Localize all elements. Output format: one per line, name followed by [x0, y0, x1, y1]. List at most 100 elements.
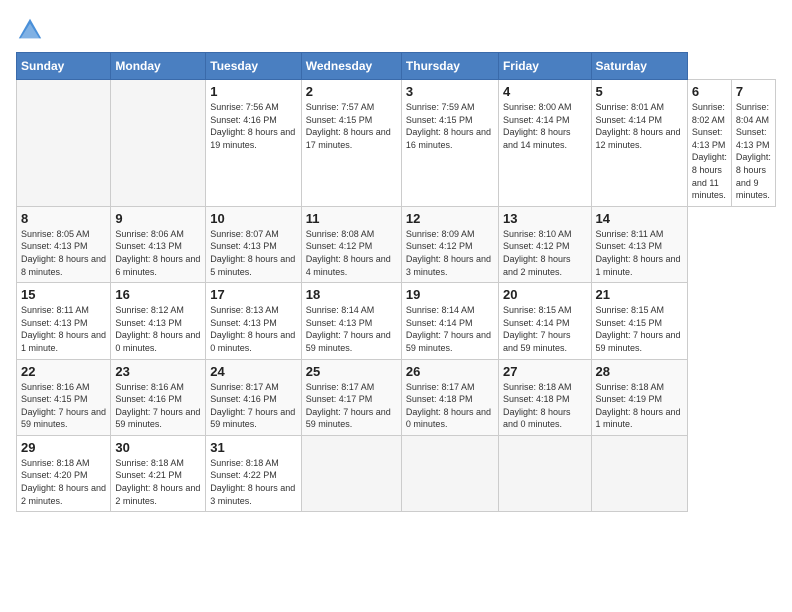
day-number: 28 [596, 364, 683, 379]
calendar-week-4: 22 Sunrise: 8:16 AMSunset: 4:15 PMDayligh… [17, 359, 776, 435]
day-number: 3 [406, 84, 494, 99]
day-info: Sunrise: 8:17 AMSunset: 4:17 PMDaylight:… [306, 382, 391, 430]
day-cell-14: 14 Sunrise: 8:11 AMSunset: 4:13 PMDayligh… [591, 206, 687, 282]
day-info: Sunrise: 8:06 AMSunset: 4:13 PMDaylight:… [115, 229, 200, 277]
day-number: 14 [596, 211, 683, 226]
day-number: 5 [596, 84, 683, 99]
day-info: Sunrise: 8:14 AMSunset: 4:14 PMDaylight:… [406, 305, 491, 353]
day-cell-5: 5 Sunrise: 8:01 AMSunset: 4:14 PMDaylight… [591, 80, 687, 207]
day-info: Sunrise: 8:00 AMSunset: 4:14 PMDaylight:… [503, 102, 572, 150]
day-info: Sunrise: 8:09 AMSunset: 4:12 PMDaylight:… [406, 229, 491, 277]
day-cell-24: 24 Sunrise: 8:17 AMSunset: 4:16 PMDayligh… [206, 359, 302, 435]
day-info: Sunrise: 8:18 AMSunset: 4:22 PMDaylight:… [210, 458, 295, 506]
day-info: Sunrise: 8:05 AMSunset: 4:13 PMDaylight:… [21, 229, 106, 277]
day-number: 20 [503, 287, 587, 302]
day-info: Sunrise: 8:16 AMSunset: 4:16 PMDaylight:… [115, 382, 200, 430]
day-info: Sunrise: 8:18 AMSunset: 4:21 PMDaylight:… [115, 458, 200, 506]
day-cell-8: 8 Sunrise: 8:05 AMSunset: 4:13 PMDaylight… [17, 206, 111, 282]
day-number: 24 [210, 364, 297, 379]
day-info: Sunrise: 8:14 AMSunset: 4:13 PMDaylight:… [306, 305, 391, 353]
day-cell-7: 7Sunrise: 8:04 AMSunset: 4:13 PMDaylight… [731, 80, 775, 207]
day-cell-15: 15 Sunrise: 8:11 AMSunset: 4:13 PMDayligh… [17, 283, 111, 359]
empty-cell [591, 435, 687, 511]
day-cell-11: 11Sunrise: 8:08 AMSunset: 4:12 PMDayligh… [301, 206, 401, 282]
day-number: 21 [596, 287, 683, 302]
day-cell-29: 29Sunrise: 8:18 AMSunset: 4:20 PMDayligh… [17, 435, 111, 511]
day-info: Sunrise: 8:10 AMSunset: 4:12 PMDaylight:… [503, 229, 572, 277]
day-cell-27: 27 Sunrise: 8:18 AMSunset: 4:18 PMDayligh… [498, 359, 591, 435]
header-cell-saturday: Saturday [591, 53, 687, 80]
day-cell-23: 23 Sunrise: 8:16 AMSunset: 4:16 PMDayligh… [111, 359, 206, 435]
day-cell-9: 9 Sunrise: 8:06 AMSunset: 4:13 PMDaylight… [111, 206, 206, 282]
day-number: 26 [406, 364, 494, 379]
day-info: Sunrise: 8:18 AMSunset: 4:18 PMDaylight:… [503, 382, 572, 430]
empty-cell [401, 435, 498, 511]
day-number: 6 [692, 84, 727, 99]
day-info: Sunrise: 8:15 AMSunset: 4:15 PMDaylight:… [596, 305, 681, 353]
day-cell-1: 1 Sunrise: 7:56 AMSunset: 4:16 PMDaylight… [206, 80, 302, 207]
header [16, 16, 776, 44]
empty-cell [301, 435, 401, 511]
logo [16, 16, 48, 44]
day-cell-3: 3 Sunrise: 7:59 AMSunset: 4:15 PMDaylight… [401, 80, 498, 207]
header-cell-tuesday: Tuesday [206, 53, 302, 80]
day-number: 10 [210, 211, 297, 226]
header-cell-friday: Friday [498, 53, 591, 80]
calendar-week-3: 15 Sunrise: 8:11 AMSunset: 4:13 PMDayligh… [17, 283, 776, 359]
day-cell-6: 6 Sunrise: 8:02 AMSunset: 4:13 PMDaylight… [687, 80, 731, 207]
day-info: Sunrise: 8:04 AMSunset: 4:13 PMDaylight:… [736, 102, 771, 200]
day-number: 18 [306, 287, 397, 302]
day-info: Sunrise: 8:18 AMSunset: 4:20 PMDaylight:… [21, 458, 106, 506]
day-number: 1 [210, 84, 297, 99]
day-number: 12 [406, 211, 494, 226]
calendar-body: 1 Sunrise: 7:56 AMSunset: 4:16 PMDaylight… [17, 80, 776, 512]
day-cell-28: 28Sunrise: 8:18 AMSunset: 4:19 PMDayligh… [591, 359, 687, 435]
day-info: Sunrise: 8:16 AMSunset: 4:15 PMDaylight:… [21, 382, 106, 430]
day-cell-30: 30 Sunrise: 8:18 AMSunset: 4:21 PMDayligh… [111, 435, 206, 511]
day-number: 2 [306, 84, 397, 99]
empty-cell [111, 80, 206, 207]
day-cell-25: 25 Sunrise: 8:17 AMSunset: 4:17 PMDayligh… [301, 359, 401, 435]
day-info: Sunrise: 7:57 AMSunset: 4:15 PMDaylight:… [306, 102, 391, 150]
day-info: Sunrise: 8:17 AMSunset: 4:18 PMDaylight:… [406, 382, 491, 430]
day-number: 8 [21, 211, 106, 226]
day-cell-26: 26 Sunrise: 8:17 AMSunset: 4:18 PMDayligh… [401, 359, 498, 435]
header-cell-thursday: Thursday [401, 53, 498, 80]
day-cell-22: 22 Sunrise: 8:16 AMSunset: 4:15 PMDayligh… [17, 359, 111, 435]
day-info: Sunrise: 8:01 AMSunset: 4:14 PMDaylight:… [596, 102, 681, 150]
day-cell-18: 18 Sunrise: 8:14 AMSunset: 4:13 PMDayligh… [301, 283, 401, 359]
empty-cell [17, 80, 111, 207]
day-number: 19 [406, 287, 494, 302]
header-cell-sunday: Sunday [17, 53, 111, 80]
logo-icon [16, 16, 44, 44]
header-cell-monday: Monday [111, 53, 206, 80]
calendar-week-5: 29Sunrise: 8:18 AMSunset: 4:20 PMDayligh… [17, 435, 776, 511]
day-number: 30 [115, 440, 201, 455]
day-info: Sunrise: 7:56 AMSunset: 4:16 PMDaylight:… [210, 102, 295, 150]
day-info: Sunrise: 8:11 AMSunset: 4:13 PMDaylight:… [596, 229, 681, 277]
day-cell-31: 31 Sunrise: 8:18 AMSunset: 4:22 PMDayligh… [206, 435, 302, 511]
day-number: 27 [503, 364, 587, 379]
day-info: Sunrise: 8:13 AMSunset: 4:13 PMDaylight:… [210, 305, 295, 353]
day-number: 4 [503, 84, 587, 99]
day-number: 31 [210, 440, 297, 455]
day-info: Sunrise: 8:17 AMSunset: 4:16 PMDaylight:… [210, 382, 295, 430]
day-number: 23 [115, 364, 201, 379]
day-number: 11 [306, 211, 397, 226]
day-info: Sunrise: 8:11 AMSunset: 4:13 PMDaylight:… [21, 305, 106, 353]
calendar-header: SundayMondayTuesdayWednesdayThursdayFrid… [17, 53, 776, 80]
day-number: 13 [503, 211, 587, 226]
day-info: Sunrise: 8:15 AMSunset: 4:14 PMDaylight:… [503, 305, 572, 353]
day-number: 22 [21, 364, 106, 379]
day-number: 16 [115, 287, 201, 302]
day-info: Sunrise: 8:02 AMSunset: 4:13 PMDaylight:… [692, 102, 727, 200]
day-number: 25 [306, 364, 397, 379]
calendar-week-1: 1 Sunrise: 7:56 AMSunset: 4:16 PMDaylight… [17, 80, 776, 207]
day-cell-13: 13 Sunrise: 8:10 AMSunset: 4:12 PMDayligh… [498, 206, 591, 282]
day-number: 15 [21, 287, 106, 302]
header-row: SundayMondayTuesdayWednesdayThursdayFrid… [17, 53, 776, 80]
day-cell-20: 20 Sunrise: 8:15 AMSunset: 4:14 PMDayligh… [498, 283, 591, 359]
day-cell-16: 16Sunrise: 8:12 AMSunset: 4:13 PMDayligh… [111, 283, 206, 359]
day-info: Sunrise: 7:59 AMSunset: 4:15 PMDaylight:… [406, 102, 491, 150]
day-number: 9 [115, 211, 201, 226]
